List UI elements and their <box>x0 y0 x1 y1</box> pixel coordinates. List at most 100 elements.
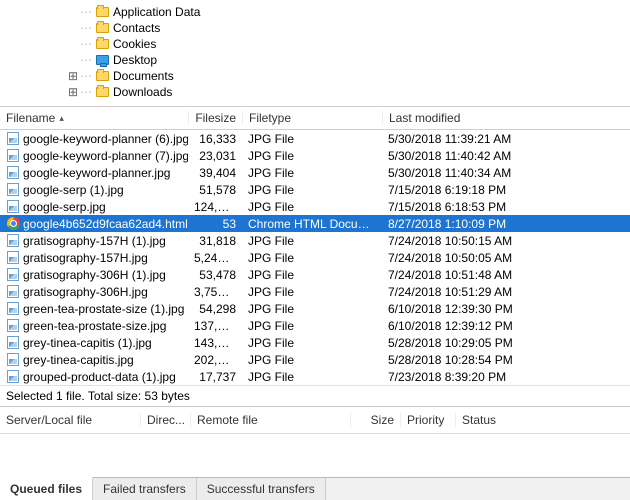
file-row[interactable]: grey-tinea-capitis (1).jpg143,281JPG Fil… <box>0 334 630 351</box>
column-lastmod[interactable]: Last modified <box>382 111 562 125</box>
sort-arrow-icon: ▴ <box>59 113 64 124</box>
file-last-modified: 7/23/2018 8:39:20 PM <box>382 370 562 384</box>
file-size: 23,031 <box>188 149 242 163</box>
tree-connector-icon: ⋯ <box>80 68 93 84</box>
tree-item[interactable]: ⊞⋯ Documents <box>60 68 630 84</box>
column-filename-label: Filename <box>6 111 55 125</box>
file-row[interactable]: google-serp.jpg124,281JPG File7/15/2018 … <box>0 198 630 215</box>
file-row[interactable]: gratisography-157H (1).jpg 31,818JPG File… <box>0 232 630 249</box>
tree-item-label: Desktop <box>113 52 157 68</box>
file-last-modified: 7/24/2018 10:50:05 AM <box>382 251 562 265</box>
file-type: JPG File <box>242 234 382 248</box>
expand-icon[interactable]: ⊞ <box>66 68 80 84</box>
folder-icon <box>95 70 109 82</box>
file-last-modified: 5/28/2018 10:28:54 PM <box>382 353 562 367</box>
tree-connector-icon: ⋯ <box>80 36 93 52</box>
file-type: JPG File <box>242 166 382 180</box>
file-size: 3,759,235 <box>188 285 242 299</box>
tree-item-label: Cookies <box>113 36 156 52</box>
image-file-icon <box>6 251 20 265</box>
file-name: google-keyword-planner (7).jpg <box>23 149 188 163</box>
image-file-icon <box>6 285 20 299</box>
file-row[interactable]: gratisography-306H.jpg3,759,235JPG File7… <box>0 283 630 300</box>
file-type: JPG File <box>242 251 382 265</box>
file-last-modified: 7/15/2018 6:18:53 PM <box>382 200 562 214</box>
transfer-headers[interactable]: Server/Local file Direc... Remote file S… <box>0 407 630 434</box>
file-size: 137,013 <box>188 319 242 333</box>
column-priority[interactable]: Priority <box>400 413 455 427</box>
image-file-icon <box>6 132 20 146</box>
tree-connector-icon: ⋯ <box>80 4 93 20</box>
file-row[interactable]: gratisography-157H.jpg5,245,884JPG File7… <box>0 249 630 266</box>
file-name: google-serp (1).jpg <box>23 183 124 197</box>
file-row[interactable]: gratisography-306H (1).jpg53,478JPG File… <box>0 266 630 283</box>
image-file-icon <box>6 336 20 350</box>
file-size: 54,298 <box>188 302 242 316</box>
file-type: JPG File <box>242 302 382 316</box>
file-type: JPG File <box>242 268 382 282</box>
tree-item[interactable]: ⋯ Cookies <box>60 36 630 52</box>
file-last-modified: 7/24/2018 10:50:15 AM <box>382 234 562 248</box>
tree-item[interactable]: ⋯Application Data <box>60 4 630 20</box>
folder-icon <box>95 22 109 34</box>
tab-queued-files[interactable]: Queued files <box>0 477 93 500</box>
tab-successful-transfers[interactable]: Successful transfers <box>197 478 326 500</box>
column-filetype[interactable]: Filetype <box>242 111 382 125</box>
folder-icon <box>95 86 109 98</box>
file-name: google-keyword-planner (6).jpg <box>23 132 188 146</box>
bottom-tabs: Queued files Failed transfers Successful… <box>0 477 630 500</box>
image-file-icon <box>6 166 20 180</box>
tree-connector-icon: ⋯ <box>80 20 93 36</box>
file-size: 53,478 <box>188 268 242 282</box>
file-row[interactable]: google-keyword-planner (7).jpg23,031JPG … <box>0 147 630 164</box>
file-size: 31,818 <box>188 234 242 248</box>
column-server-local-file[interactable]: Server/Local file <box>0 413 140 427</box>
expand-icon[interactable]: ⊞ <box>66 84 80 100</box>
column-filesize[interactable]: Filesize <box>188 111 242 125</box>
folder-tree[interactable]: ⋯Application Data⋯Contacts⋯Cookies⋯Deskt… <box>0 0 630 107</box>
image-file-icon <box>6 370 20 384</box>
file-type: JPG File <box>242 319 382 333</box>
file-last-modified: 5/30/2018 11:40:34 AM <box>382 166 562 180</box>
file-type: JPG File <box>242 336 382 350</box>
image-file-icon <box>6 234 20 248</box>
file-type: Chrome HTML Document <box>242 217 382 231</box>
file-name: gratisography-306H.jpg <box>23 285 148 299</box>
image-file-icon <box>6 302 20 316</box>
tree-item-label: Documents <box>113 68 174 84</box>
file-name: gratisography-157H (1).jpg <box>23 234 166 248</box>
file-row[interactable]: google4b652d9fcaa62ad4.html53Chrome HTML… <box>0 215 630 232</box>
image-file-icon <box>6 353 20 367</box>
file-type: JPG File <box>242 183 382 197</box>
tree-item[interactable]: ⊞⋯Downloads <box>60 84 630 100</box>
file-last-modified: 5/30/2018 11:39:21 AM <box>382 132 562 146</box>
column-direction[interactable]: Direc... <box>140 413 190 427</box>
folder-icon <box>95 6 109 18</box>
transfer-queue-empty <box>0 434 630 477</box>
file-row[interactable]: google-keyword-planner (6).jpg16,333JPG … <box>0 130 630 147</box>
file-row[interactable]: google-serp (1).jpg51,578JPG File7/15/20… <box>0 181 630 198</box>
tree-item[interactable]: ⋯ Contacts <box>60 20 630 36</box>
file-size: 124,281 <box>188 200 242 214</box>
file-size: 16,333 <box>188 132 242 146</box>
tab-failed-transfers[interactable]: Failed transfers <box>93 478 197 500</box>
file-row[interactable]: green-tea-prostate-size.jpg137,013JPG Fi… <box>0 317 630 334</box>
file-row[interactable]: grey-tinea-capitis.jpg202,278JPG File5/2… <box>0 351 630 368</box>
file-last-modified: 6/10/2018 12:39:30 PM <box>382 302 562 316</box>
desktop-icon <box>95 54 109 66</box>
tree-item-label: Contacts <box>113 20 160 36</box>
file-row[interactable]: green-tea-prostate-size (1).jpg 54,298JPG… <box>0 300 630 317</box>
column-status[interactable]: Status <box>455 413 535 427</box>
status-bar: Selected 1 file. Total size: 53 bytes <box>0 385 630 407</box>
tree-connector-icon: ⋯ <box>80 52 93 68</box>
file-row[interactable]: grouped-product-data (1).jpg17,737JPG Fi… <box>0 368 630 385</box>
column-size[interactable]: Size <box>350 413 400 427</box>
column-filename[interactable]: Filename ▴ <box>0 111 188 125</box>
file-name: green-tea-prostate-size (1).jpg <box>23 302 184 316</box>
column-headers[interactable]: Filename ▴ Filesize Filetype Last modifi… <box>0 107 630 130</box>
file-size: 39,404 <box>188 166 242 180</box>
file-name: google4b652d9fcaa62ad4.html <box>23 217 188 231</box>
tree-item[interactable]: ⋯ Desktop <box>60 52 630 68</box>
file-row[interactable]: google-keyword-planner.jpg39,404JPG File… <box>0 164 630 181</box>
column-remote-file[interactable]: Remote file <box>190 413 350 427</box>
